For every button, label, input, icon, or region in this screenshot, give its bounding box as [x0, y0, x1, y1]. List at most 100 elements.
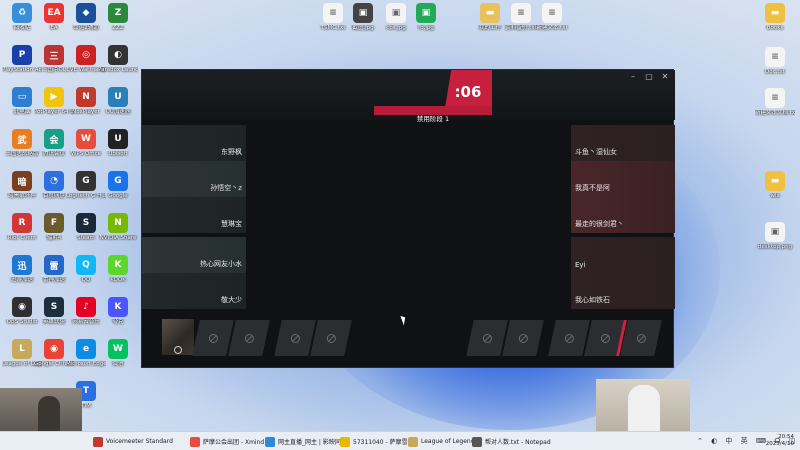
- app-icon: ◐: [108, 45, 128, 65]
- ban-icon: [636, 333, 646, 343]
- desktop-icon[interactable]: ◐ Paradox Launcher v2: [98, 45, 138, 74]
- app-icon: F: [44, 213, 64, 233]
- red-summoner-slot: 我心如铁石: [571, 273, 675, 309]
- app-icon: 雷: [44, 255, 64, 275]
- taskbar: Voicemeeter Standard 萨摩公会出团 - Xmind 网主直播_网…: [0, 431, 800, 450]
- desktop-icon[interactable]: K 夸克: [98, 297, 138, 326]
- app-icon: ◆: [76, 3, 96, 23]
- desktop-file-icon[interactable]: ≡ Doc.txt: [755, 47, 795, 76]
- desktop-icon-label: ZZZ: [112, 25, 124, 31]
- app-icon: K: [108, 255, 128, 275]
- app-icon: ▬: [765, 171, 785, 191]
- taskbar-app-label: 萨摩公会出团 - Xmind: [203, 439, 265, 446]
- desktop-icon[interactable]: U UU加速器: [98, 87, 138, 116]
- close-icon[interactable]: ✕: [661, 72, 669, 81]
- ban-icon: [290, 333, 300, 343]
- desktop-icon-label: 微信: [112, 361, 124, 367]
- app-icon: W: [76, 129, 96, 149]
- desktop-icon-label: 新建文本文档.txt: [755, 110, 795, 116]
- desktop-icon-label: wls: [770, 193, 780, 199]
- desktop-icon-label: Books: [766, 25, 784, 31]
- app-icon: ▣: [386, 3, 406, 23]
- streamer-silhouette: [628, 385, 660, 432]
- ban-icon: [518, 333, 528, 343]
- taskbar-app-icon: [265, 436, 275, 447]
- ban-icon: [208, 333, 218, 343]
- desktop-icon-label: 新建文本.txt: [536, 25, 568, 31]
- app-icon: 武: [12, 129, 32, 149]
- webcam-right: [596, 379, 690, 432]
- taskbar-app-label: 帮对人数.txt - Notepad: [485, 439, 551, 446]
- app-icon: S: [76, 213, 96, 233]
- red-summoner-slot: Eyi: [571, 237, 675, 273]
- app-icon: ≡: [542, 3, 562, 23]
- desktop-file-icon[interactable]: ≡ 新建文本.txt: [532, 3, 572, 32]
- taskbar-app-label: League of Legends: [421, 438, 478, 445]
- clock[interactable]: 20:54 2025/4/10: [766, 434, 794, 448]
- app-icon: ▣: [353, 3, 373, 23]
- desktop-icon[interactable]: Z ZZZ: [98, 3, 138, 32]
- app-icon: N: [108, 213, 128, 233]
- app-icon: R: [12, 213, 32, 233]
- desktop-file-icon[interactable]: ▣ fb.jpg: [406, 3, 446, 32]
- ban-icon: [326, 333, 336, 343]
- app-icon: W: [108, 339, 128, 359]
- taskbar-app[interactable]: 57311040 - 萨摩雪号: [340, 435, 414, 448]
- blue-summoner-slot: 敬大少: [142, 273, 246, 309]
- app-icon: ♻: [12, 3, 32, 23]
- desktop-icon-label: 夸克: [112, 319, 124, 325]
- app-icon: ▶: [44, 87, 64, 107]
- ban-icon: [244, 333, 254, 343]
- taskbar-app[interactable]: 帮对人数.txt - Notepad: [472, 435, 551, 448]
- desktop-icon-label: UU加速器: [105, 109, 131, 115]
- desktop-file-icon[interactable]: ≡ 新建文本文档.txt: [755, 88, 795, 117]
- app-icon: ≡: [765, 47, 785, 67]
- ban-icon: [600, 333, 610, 343]
- desktop-icon[interactable]: G Google: [98, 171, 138, 200]
- app-icon: 迅: [12, 255, 32, 275]
- app-icon: N: [76, 87, 96, 107]
- desktop-icon[interactable]: N NVIDIA Share: [98, 213, 138, 242]
- blue-summoner-slot: 孙悟空丶z: [142, 161, 246, 197]
- app-icon: K: [108, 297, 128, 317]
- app-icon: ◉: [12, 297, 32, 317]
- red-summoner-slot: 斗鱼丶湿仙女: [571, 125, 675, 161]
- ban-icon: [564, 333, 574, 343]
- minimize-icon[interactable]: –: [629, 72, 637, 81]
- desktop-icon-label: Google: [108, 193, 128, 199]
- app-icon: ◉: [44, 339, 64, 359]
- app-icon: 三: [44, 45, 64, 65]
- app-icon: Z: [108, 3, 128, 23]
- app-icon: ◎: [76, 45, 96, 65]
- app-icon: ▬: [765, 3, 785, 23]
- desktop-file-icon[interactable]: ▣ desktop.png: [755, 222, 795, 251]
- app-icon: G: [108, 171, 128, 191]
- app-icon: U: [108, 87, 128, 107]
- app-icon: 暗: [12, 171, 32, 191]
- window-controls: – ▢ ✕: [629, 72, 669, 81]
- app-icon: Q: [76, 255, 96, 275]
- app-icon: ▣: [416, 3, 436, 23]
- desktop-icon-label: Paradox Launcher v2: [98, 67, 138, 73]
- desktop-file-icon[interactable]: ▬ wls: [755, 171, 795, 200]
- ban-icon: [174, 346, 182, 354]
- streamer-silhouette: [38, 396, 60, 432]
- taskbar-app[interactable]: 萨摩公会出团 - Xmind: [190, 435, 264, 448]
- app-icon: S: [44, 297, 64, 317]
- maximize-icon[interactable]: ▢: [645, 72, 653, 81]
- app-icon: ▬: [480, 3, 500, 23]
- webcam-left: [0, 388, 82, 432]
- app-icon: ≡: [323, 3, 343, 23]
- desktop-icon[interactable]: W 微信: [98, 339, 138, 368]
- taskbar-app[interactable]: Voicemeeter Standard: [93, 435, 173, 448]
- app-icon: P: [12, 45, 32, 65]
- desktop-file-icon[interactable]: ▬ Books: [755, 3, 795, 32]
- clock-time: 20:54: [778, 434, 794, 440]
- blue-summoner-slot: 慧琳宝: [142, 197, 246, 233]
- desktop-icon[interactable]: U Ubisoft: [98, 129, 138, 158]
- taskbar-app[interactable]: League of Legends: [408, 435, 478, 448]
- taskbar-app[interactable]: 网主直播_网主 | 影映同: [265, 435, 341, 448]
- desktop-icon[interactable]: K KOOK: [98, 255, 138, 284]
- blue-summoner-slot: 热心网友小水: [142, 237, 246, 273]
- ban-icon: [482, 333, 492, 343]
